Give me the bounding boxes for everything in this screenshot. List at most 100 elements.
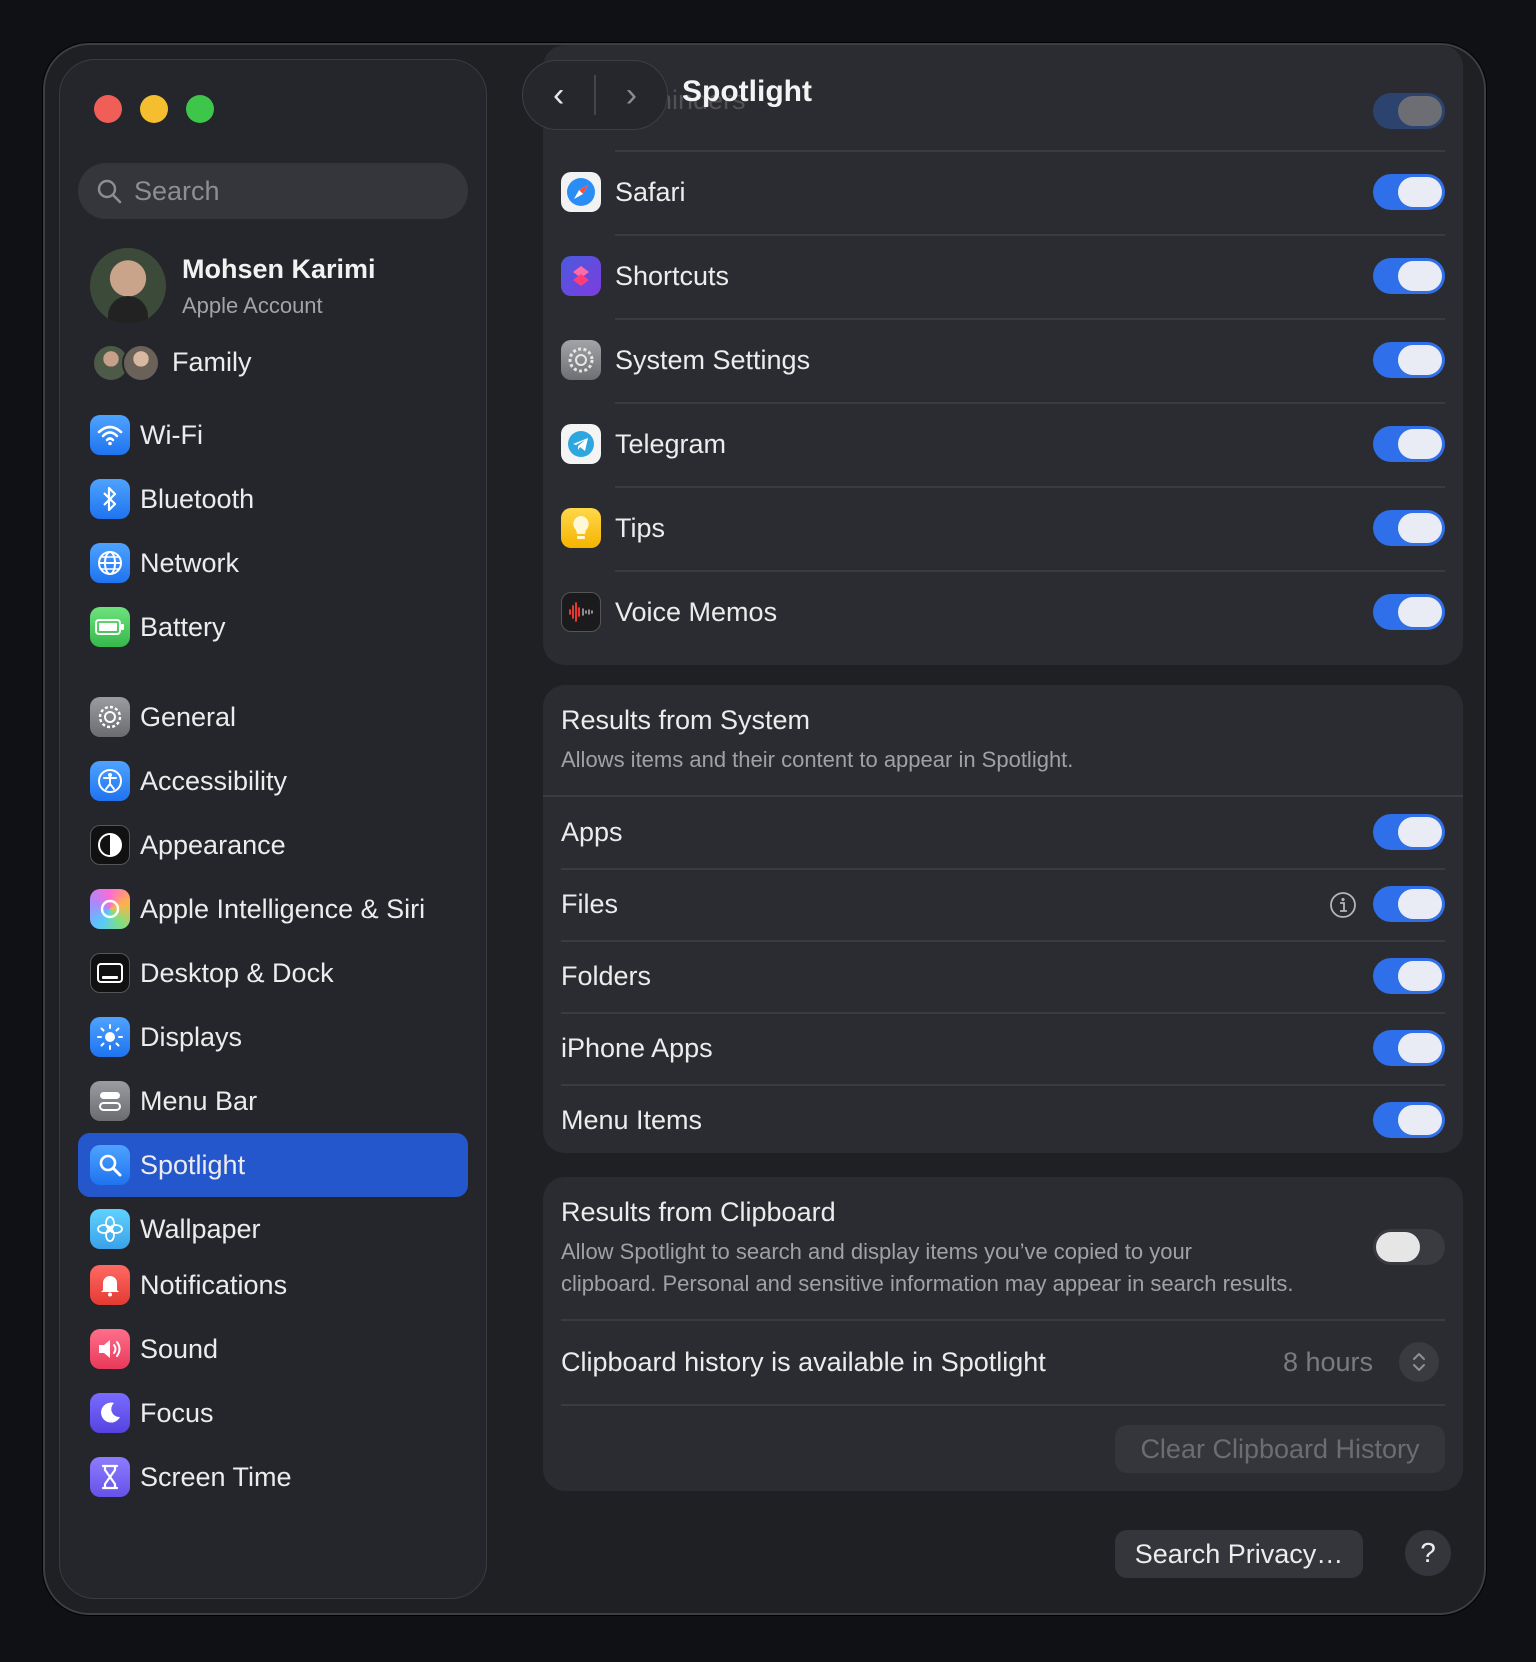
appearance-icon bbox=[90, 825, 130, 865]
files-toggle[interactable] bbox=[1373, 886, 1445, 922]
forward-button[interactable]: › bbox=[596, 76, 667, 115]
close-window-button[interactable] bbox=[94, 95, 122, 123]
sidebar-item-focus[interactable]: Focus bbox=[78, 1381, 468, 1445]
sidebar-item-network[interactable]: Network bbox=[78, 531, 468, 595]
list-item-telegram: Telegram bbox=[543, 402, 1463, 486]
family-label: Family bbox=[172, 346, 252, 377]
search-field[interactable]: Search bbox=[78, 163, 468, 219]
sidebar-item-screen-time[interactable]: Screen Time bbox=[78, 1445, 468, 1509]
list-item-voice-memos: Voice Memos bbox=[543, 570, 1463, 654]
tips-toggle[interactable] bbox=[1373, 510, 1445, 546]
sidebar-item-wallpaper[interactable]: Wallpaper bbox=[78, 1197, 468, 1261]
content-pane: Reminders Safari Shortcuts System Settin… bbox=[501, 45, 1484, 1613]
account-subtitle: Apple Account bbox=[182, 292, 323, 318]
sidebar-item-notifications[interactable]: Notifications bbox=[78, 1253, 468, 1317]
system-results-card: Results from System Allows items and the… bbox=[543, 685, 1463, 1153]
shortcuts-toggle[interactable] bbox=[1373, 258, 1445, 294]
clipboard-description-line-2: clipboard. Personal and sensitive inform… bbox=[561, 1271, 1294, 1296]
clipboard-toggle[interactable] bbox=[1373, 1229, 1445, 1265]
list-item-files: Files bbox=[543, 868, 1463, 940]
avatar bbox=[90, 248, 166, 324]
sidebar-item-menu-bar[interactable]: Menu Bar bbox=[78, 1069, 468, 1133]
list-item-shortcuts: Shortcuts bbox=[543, 234, 1463, 318]
sidebar-item-appearance[interactable]: Appearance bbox=[78, 813, 468, 877]
menu-items-toggle[interactable] bbox=[1373, 1102, 1445, 1138]
list-item-menu-items: Menu Items bbox=[543, 1084, 1463, 1156]
apple-account[interactable]: Mohsen Karimi Apple Account bbox=[90, 248, 376, 324]
sidebar-item-displays[interactable]: Displays bbox=[78, 1005, 468, 1069]
apps-toggle[interactable] bbox=[1373, 814, 1445, 850]
battery-icon bbox=[90, 607, 130, 647]
sidebar-item-sound[interactable]: Sound bbox=[78, 1317, 468, 1381]
history-navigation: ‹ › bbox=[522, 60, 668, 130]
clipboard-history-stepper[interactable] bbox=[1399, 1342, 1439, 1382]
dock-icon bbox=[90, 953, 130, 993]
sidebar-group-attention: Notifications Sound Focus Screen Time bbox=[78, 1253, 468, 1509]
voice-memos-icon bbox=[561, 592, 601, 632]
accessibility-icon bbox=[90, 761, 130, 801]
sun-icon bbox=[90, 1017, 130, 1057]
telegram-toggle[interactable] bbox=[1373, 426, 1445, 462]
list-item-folders: Folders bbox=[543, 940, 1463, 1012]
folders-toggle[interactable] bbox=[1373, 958, 1445, 994]
clipboard-section-title: Results from Clipboard bbox=[561, 1197, 836, 1227]
voice-memos-toggle[interactable] bbox=[1373, 594, 1445, 630]
settings-window: Search Mohsen Karimi Apple Account Famil… bbox=[43, 43, 1486, 1615]
sidebar-group-connectivity: Wi-Fi Bluetooth Network Battery bbox=[78, 403, 468, 659]
magnifier-icon bbox=[90, 1145, 130, 1185]
back-button[interactable]: ‹ bbox=[523, 76, 594, 115]
list-item-reminders-partial: Reminders bbox=[543, 45, 1463, 145]
zoom-window-button[interactable] bbox=[186, 95, 214, 123]
info-icon[interactable] bbox=[1329, 891, 1357, 919]
list-item-apps: Apps bbox=[543, 796, 1463, 868]
sidebar-item-accessibility[interactable]: Accessibility bbox=[78, 749, 468, 813]
iphone-apps-toggle[interactable] bbox=[1373, 1030, 1445, 1066]
system-section-subtitle: Allows items and their content to appear… bbox=[561, 747, 1074, 772]
sidebar-item-wifi[interactable]: Wi-Fi bbox=[78, 403, 468, 467]
clipboard-history-value: 8 hours bbox=[1282, 1346, 1373, 1377]
reminders-toggle[interactable] bbox=[1373, 93, 1445, 129]
sidebar-item-bluetooth[interactable]: Bluetooth bbox=[78, 467, 468, 531]
sidebar-item-general[interactable]: General bbox=[78, 685, 468, 749]
tips-icon bbox=[561, 508, 601, 548]
bell-icon bbox=[90, 1265, 130, 1305]
family-item[interactable]: Family bbox=[92, 342, 252, 382]
list-item-safari: Safari bbox=[543, 150, 1463, 234]
clipboard-results-card: Results from Clipboard Allow Spotlight t… bbox=[543, 1177, 1463, 1491]
sidebar-group-system: General Accessibility Appearance Apple I… bbox=[78, 685, 468, 1261]
help-button[interactable]: ? bbox=[1405, 1530, 1451, 1576]
family-avatars bbox=[92, 342, 164, 382]
clipboard-history-label: Clipboard history is available in Spotli… bbox=[561, 1346, 1046, 1377]
system-section-title: Results from System bbox=[561, 705, 811, 735]
safari-toggle[interactable] bbox=[1373, 174, 1445, 210]
app-results-card: Reminders Safari Shortcuts System Settin… bbox=[543, 45, 1463, 665]
sidebar-item-battery[interactable]: Battery bbox=[78, 595, 468, 659]
account-name: Mohsen Karimi bbox=[182, 253, 376, 284]
search-placeholder: Search bbox=[134, 175, 220, 206]
list-item-tips: Tips bbox=[543, 486, 1463, 570]
window-controls bbox=[94, 95, 214, 123]
search-icon bbox=[97, 179, 122, 204]
page-title: Spotlight bbox=[682, 75, 812, 108]
sidebar-item-desktop-dock[interactable]: Desktop & Dock bbox=[78, 941, 468, 1005]
minimize-window-button[interactable] bbox=[140, 95, 168, 123]
list-item-iphone-apps: iPhone Apps bbox=[543, 1012, 1463, 1084]
wifi-icon bbox=[90, 415, 130, 455]
menubar-icon bbox=[90, 1081, 130, 1121]
telegram-icon bbox=[561, 424, 601, 464]
system-settings-icon bbox=[561, 340, 601, 380]
shortcuts-icon bbox=[561, 256, 601, 296]
safari-icon bbox=[561, 172, 601, 212]
search-privacy-button[interactable]: Search Privacy… bbox=[1115, 1530, 1363, 1578]
sidebar-item-apple-intelligence-siri[interactable]: Apple Intelligence & Siri bbox=[78, 877, 468, 941]
list-item-system-settings: System Settings bbox=[543, 318, 1463, 402]
clipboard-history-row: Clipboard history is available in Spotli… bbox=[543, 1320, 1463, 1404]
clear-clipboard-history-button[interactable]: Clear Clipboard History bbox=[1115, 1425, 1445, 1473]
sidebar-item-spotlight[interactable]: Spotlight bbox=[78, 1133, 468, 1197]
hourglass-icon bbox=[90, 1457, 130, 1497]
system-settings-toggle[interactable] bbox=[1373, 342, 1445, 378]
globe-icon bbox=[90, 543, 130, 583]
gear-icon bbox=[90, 697, 130, 737]
speaker-icon bbox=[90, 1329, 130, 1369]
bluetooth-icon bbox=[90, 479, 130, 519]
